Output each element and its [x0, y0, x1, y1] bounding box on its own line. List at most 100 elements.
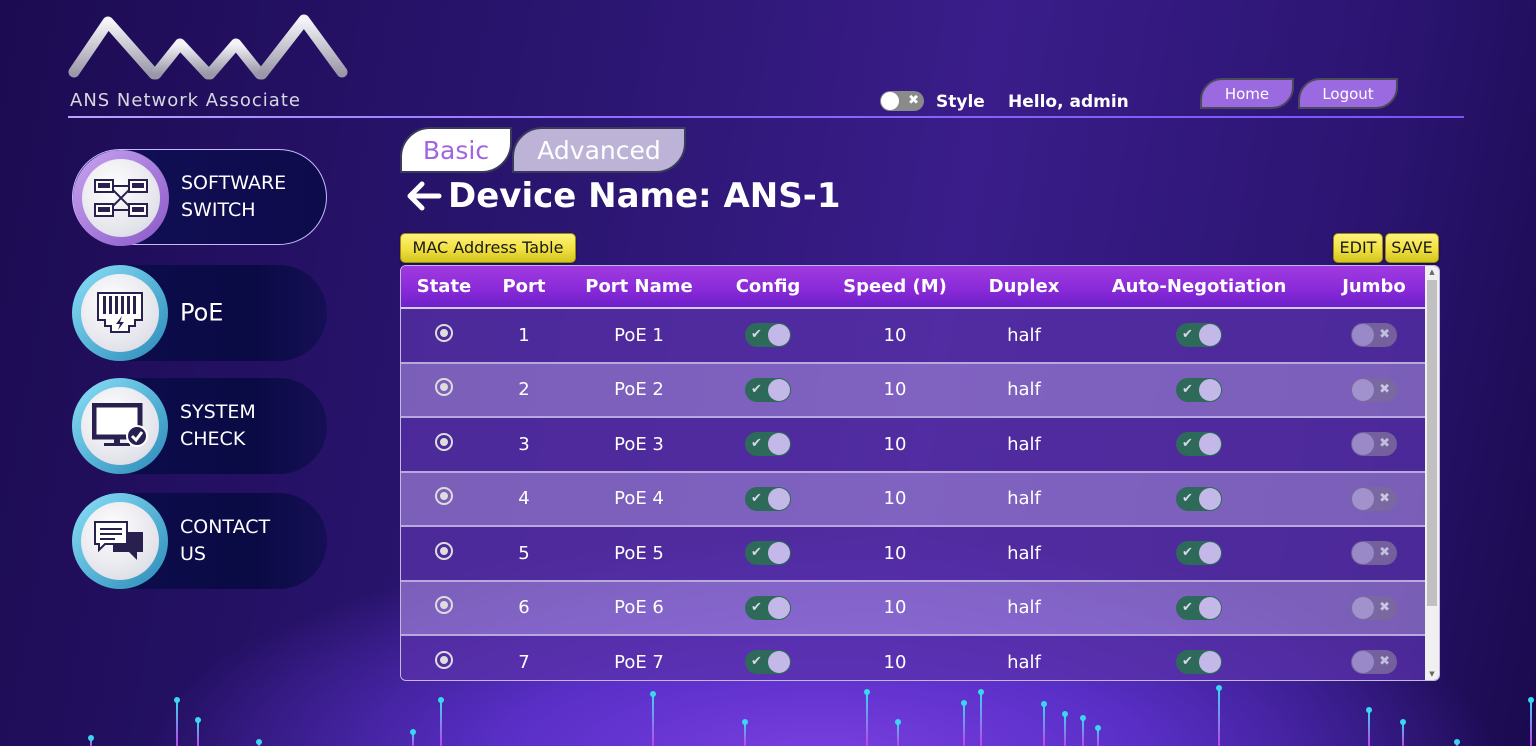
- jumbo-toggle[interactable]: ✖: [1351, 432, 1397, 457]
- config-toggle[interactable]: ✔: [745, 377, 791, 402]
- mac-address-table-button[interactable]: MAC Address Table: [400, 233, 576, 263]
- jumbo-cell: ✖: [1321, 471, 1427, 527]
- tab-basic[interactable]: Basic: [400, 127, 512, 173]
- edit-button[interactable]: EDIT: [1333, 233, 1383, 263]
- table-header-row: State Port Port Name Config Speed (M) Du…: [401, 266, 1427, 309]
- tab-advanced[interactable]: Advanced: [512, 127, 686, 173]
- table-row[interactable]: 6 PoE 6 ✔ 10 half ✔ ✖: [401, 580, 1427, 636]
- column-header-speed[interactable]: Speed (M): [819, 266, 971, 309]
- auto-negotiation-toggle[interactable]: ✔: [1176, 650, 1222, 675]
- state-cell: [401, 471, 487, 527]
- icon-disc: [81, 387, 159, 465]
- close-icon: ✖: [1379, 381, 1390, 397]
- state-radio[interactable]: [435, 650, 453, 669]
- config-toggle[interactable]: ✔: [745, 323, 791, 348]
- logo-peaks-icon: [68, 14, 348, 80]
- jumbo-cell: ✖: [1321, 580, 1427, 636]
- config-cell: ✔: [717, 308, 819, 364]
- sidebar-item-poe[interactable]: PoE: [72, 265, 327, 361]
- toggle-knob: [768, 542, 790, 565]
- logout-button[interactable]: Logout: [1298, 78, 1398, 109]
- icon-disc: [81, 502, 159, 580]
- switch-icon: [94, 179, 148, 217]
- home-button[interactable]: Home: [1200, 78, 1294, 109]
- icon-disc: [81, 274, 159, 352]
- jumbo-toggle[interactable]: ✖: [1351, 486, 1397, 511]
- back-arrow-icon[interactable]: [406, 180, 442, 212]
- label-line: PoE: [180, 298, 224, 327]
- table-scrollbar[interactable]: ▲ ▼: [1425, 266, 1439, 680]
- port-name-cell: PoE 7: [561, 635, 717, 680]
- state-radio[interactable]: [435, 323, 453, 342]
- duplex-cell: half: [971, 417, 1077, 473]
- style-toggle[interactable]: ✖: [880, 91, 924, 111]
- light-spike: [1080, 715, 1086, 746]
- state-radio[interactable]: [435, 596, 453, 615]
- config-toggle[interactable]: ✔: [745, 541, 791, 566]
- auto-negotiation-toggle[interactable]: ✔: [1176, 377, 1222, 402]
- toggle-knob: [1199, 378, 1221, 401]
- sidebar-item-software-switch[interactable]: SOFTWARE SWITCH: [72, 149, 327, 246]
- toggle-knob: [768, 651, 790, 674]
- sidebar-item-system-check[interactable]: SYSTEM CHECK: [72, 378, 327, 474]
- config-cell: ✔: [717, 417, 819, 473]
- greeting: Hello, admin: [1008, 92, 1129, 112]
- sidebar-item-contact-us[interactable]: CONTACT US: [72, 493, 327, 589]
- state-radio[interactable]: [435, 541, 453, 560]
- auto-negotiation-toggle[interactable]: ✔: [1176, 432, 1222, 457]
- config-toggle[interactable]: ✔: [745, 486, 791, 511]
- device-name-title: Device Name: ANS-1: [448, 176, 841, 216]
- toggle-knob: [1352, 378, 1374, 401]
- config-toggle[interactable]: ✔: [745, 432, 791, 457]
- jumbo-toggle[interactable]: ✖: [1351, 541, 1397, 566]
- toggle-knob: [881, 92, 899, 110]
- check-icon: ✔: [751, 436, 762, 452]
- column-header-duplex[interactable]: Duplex: [971, 266, 1077, 309]
- table-row[interactable]: 4 PoE 4 ✔ 10 half ✔ ✖: [401, 471, 1427, 527]
- monitor-check-icon: [92, 403, 148, 447]
- auto-negotiation-toggle[interactable]: ✔: [1176, 595, 1222, 620]
- auto-negotiation-toggle[interactable]: ✔: [1176, 541, 1222, 566]
- label-line: SOFTWARE: [181, 172, 287, 194]
- table-row[interactable]: 7 PoE 7 ✔ 10 half ✔ ✖: [401, 635, 1427, 680]
- config-cell: ✔: [717, 635, 819, 680]
- port-name-cell: PoE 6: [561, 580, 717, 636]
- table-row[interactable]: 2 PoE 2 ✔ 10 half ✔ ✖: [401, 362, 1427, 418]
- state-radio[interactable]: [435, 487, 453, 506]
- jumbo-toggle[interactable]: ✖: [1351, 377, 1397, 402]
- icon-ring: [72, 265, 168, 361]
- scroll-up-arrow-icon[interactable]: ▲: [1425, 266, 1439, 278]
- state-cell: [401, 526, 487, 582]
- save-button[interactable]: SAVE: [1385, 233, 1439, 263]
- sidebar-item-label: SOFTWARE SWITCH: [181, 170, 286, 224]
- port-cell: 3: [487, 417, 561, 473]
- jumbo-toggle[interactable]: ✖: [1351, 323, 1397, 348]
- close-icon: ✖: [1379, 599, 1390, 615]
- column-header-port[interactable]: Port: [487, 266, 561, 309]
- light-spike: [864, 689, 870, 746]
- state-cell: [401, 580, 487, 636]
- auto-negotiation-toggle[interactable]: ✔: [1176, 323, 1222, 348]
- table-row[interactable]: 3 PoE 3 ✔ 10 half ✔ ✖: [401, 417, 1427, 473]
- table-row[interactable]: 1 PoE 1 ✔ 10 half ✔ ✖: [401, 308, 1427, 364]
- config-toggle[interactable]: ✔: [745, 650, 791, 675]
- auto-negotiation-toggle[interactable]: ✔: [1176, 486, 1222, 511]
- scroll-down-arrow-icon[interactable]: ▼: [1425, 668, 1439, 680]
- light-spike: [1400, 719, 1406, 746]
- column-header-jumbo[interactable]: Jumbo: [1321, 266, 1427, 309]
- state-radio[interactable]: [435, 432, 453, 451]
- column-header-config[interactable]: Config: [717, 266, 819, 309]
- jumbo-toggle[interactable]: ✖: [1351, 650, 1397, 675]
- column-header-state[interactable]: State: [401, 266, 487, 309]
- duplex-cell: half: [971, 308, 1077, 364]
- table-row[interactable]: 5 PoE 5 ✔ 10 half ✔ ✖: [401, 526, 1427, 582]
- jumbo-toggle[interactable]: ✖: [1351, 595, 1397, 620]
- state-radio[interactable]: [435, 378, 453, 397]
- scrollbar-thumb[interactable]: [1427, 280, 1437, 606]
- config-toggle[interactable]: ✔: [745, 595, 791, 620]
- toggle-knob: [1199, 651, 1221, 674]
- column-header-port-name[interactable]: Port Name: [561, 266, 717, 309]
- light-spike: [650, 691, 656, 746]
- column-header-auto-negotiation[interactable]: Auto-Negotiation: [1077, 266, 1321, 309]
- label-line: US: [180, 543, 206, 565]
